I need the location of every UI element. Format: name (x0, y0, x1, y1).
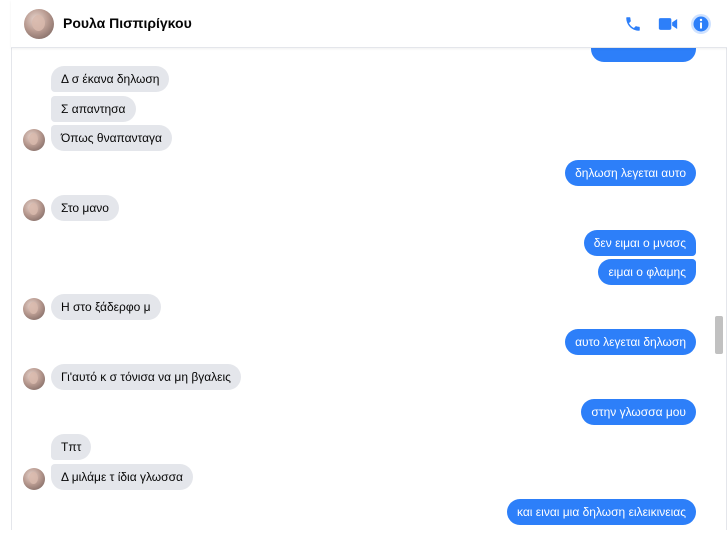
message-list[interactable]: Δ σ έκανα δηλωση Σ απαντησα Όπως θναπαντ… (11, 48, 727, 530)
message-bubble-incoming[interactable]: Στο μανο (51, 195, 119, 221)
message-bubble-outgoing[interactable]: ειμαι ο φλαμης (598, 259, 696, 285)
message-bubble-incoming[interactable]: Δ μιλάμε τ ίδια γλωσσα (51, 464, 193, 490)
message-bubble-outgoing[interactable]: και ειναι μια δηλωση ειλεικινειας (507, 499, 696, 525)
message-bubble-outgoing[interactable]: δηλωση λεγεται αυτο (565, 160, 696, 186)
contact-avatar-small (23, 468, 45, 490)
message-bubble-incoming[interactable]: Τπτ (51, 434, 92, 460)
contact-name[interactable]: Ρουλα Πισπιρίγκου (63, 15, 192, 31)
scrollbar-track[interactable] (713, 48, 725, 530)
contact-avatar[interactable] (24, 9, 54, 39)
message-bubble-incoming[interactable]: Η στο ξάδερφο μ (51, 294, 161, 320)
info-icon[interactable] (690, 13, 712, 35)
message-bubble-outgoing[interactable]: δεν ειμαι ο μνασς (583, 230, 696, 256)
video-camera-icon[interactable] (657, 13, 679, 35)
scrollbar-thumb[interactable] (715, 316, 723, 354)
contact-avatar-small (23, 199, 45, 221)
contact-avatar-small (23, 129, 45, 151)
message-bubble-outgoing-partial[interactable] (591, 48, 696, 62)
message-bubble-outgoing[interactable]: στην γλωσσα μου (581, 399, 696, 425)
conversation-header: Ρουλα Πισπιρίγκου (11, 0, 727, 48)
contact-avatar-small (23, 368, 45, 390)
phone-icon[interactable] (622, 13, 644, 35)
message-bubble-incoming[interactable]: Όπως θναπανταγα (51, 125, 172, 151)
message-bubble-outgoing[interactable]: αυτο λεγεται δηλωση (565, 329, 696, 355)
message-bubble-incoming[interactable]: Γι'αυτό κ σ τόνισα να μη βγαλεις (51, 364, 241, 390)
message-bubble-incoming[interactable]: Δ σ έκανα δηλωση (51, 66, 170, 92)
message-bubble-incoming[interactable]: Σ απαντησα (51, 96, 136, 122)
contact-avatar-small (23, 298, 45, 320)
